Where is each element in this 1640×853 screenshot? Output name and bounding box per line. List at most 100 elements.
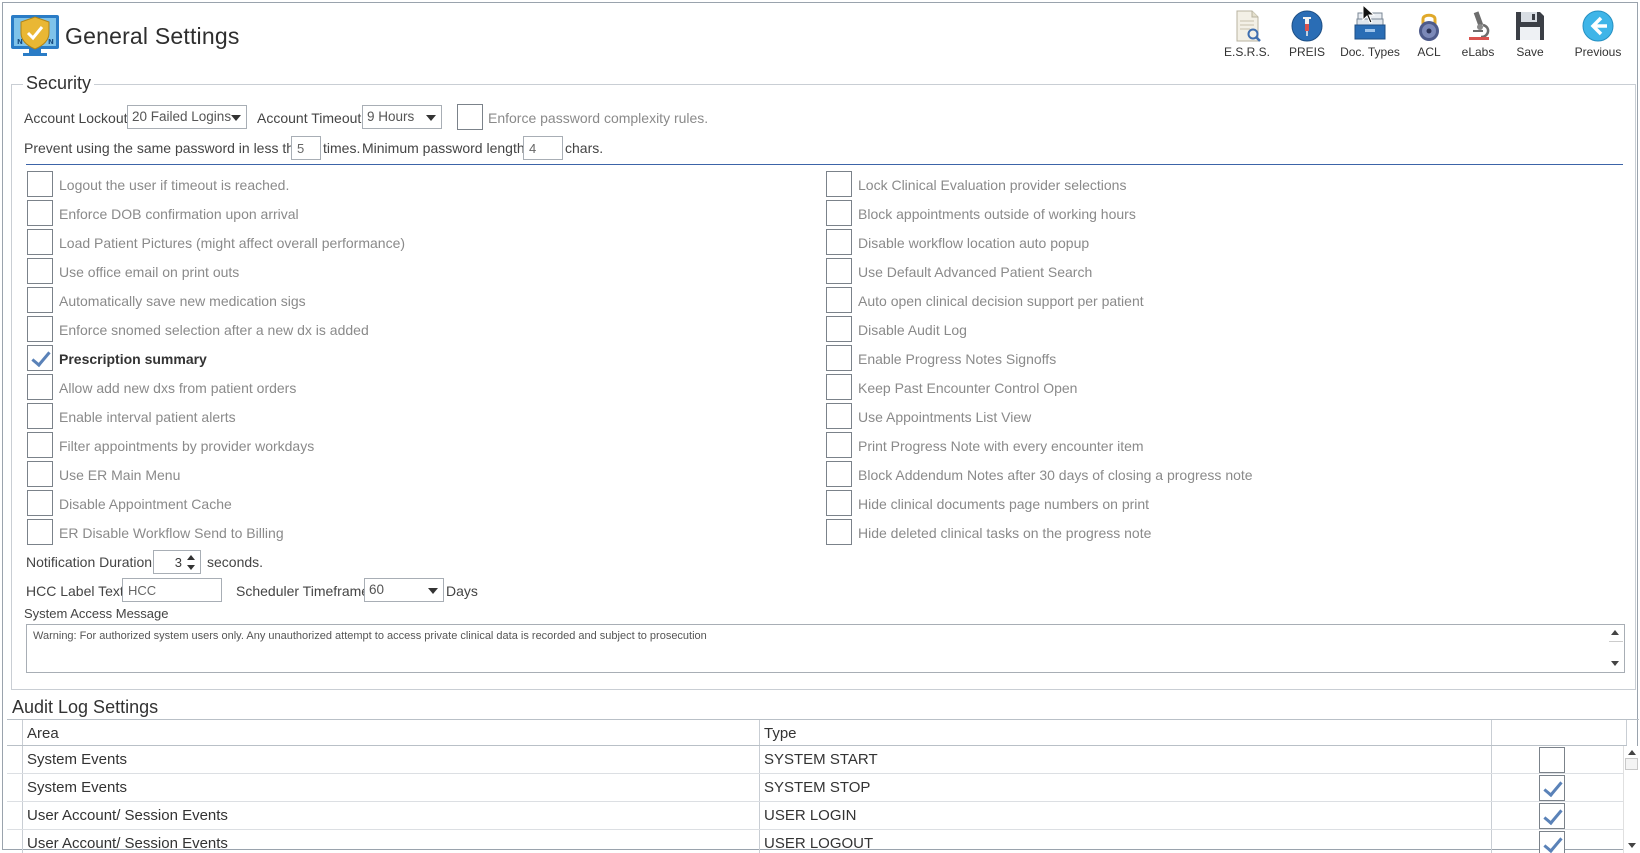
min-length-label: Minimum password length: <box>362 140 529 156</box>
spin-up-icon[interactable] <box>187 555 195 560</box>
padlock-icon <box>1419 13 1439 41</box>
scroll-up-icon[interactable] <box>1628 750 1636 755</box>
right-option-label: Hide deleted clinical tasks on the progr… <box>858 525 1152 541</box>
right-option-checkbox[interactable] <box>826 258 852 284</box>
right-option-checkbox[interactable] <box>826 287 852 313</box>
right-option-checkbox[interactable] <box>826 171 852 197</box>
table-row[interactable]: User Account/ Session Events USER LOGIN <box>7 802 1627 830</box>
scroll-down-icon[interactable] <box>1628 843 1636 848</box>
scroll-down-icon[interactable] <box>1611 661 1619 666</box>
left-option-label: Use ER Main Menu <box>59 467 181 483</box>
system-access-label: System Access Message <box>24 606 169 621</box>
row-indicator <box>7 830 23 853</box>
left-option-checkbox[interactable] <box>27 461 53 487</box>
enabled-cell <box>1492 774 1627 801</box>
right-option-checkbox[interactable] <box>826 490 852 516</box>
preis-button[interactable]: PREIS <box>1281 7 1333 65</box>
svg-text:N: N <box>17 38 23 46</box>
enabled-cell <box>1492 802 1627 829</box>
left-option-checkbox[interactable] <box>27 200 53 226</box>
right-option-checkbox[interactable] <box>826 403 852 429</box>
doc-types-label: Doc. Types <box>1340 45 1400 59</box>
right-option-checkbox[interactable] <box>826 374 852 400</box>
notification-duration-stepper[interactable]: 3 <box>153 550 201 574</box>
elabs-button[interactable]: eLabs <box>1453 7 1503 65</box>
right-option-checkbox[interactable] <box>826 461 852 487</box>
right-option-checkbox[interactable] <box>826 345 852 371</box>
column-header-area[interactable]: Area <box>23 720 760 745</box>
left-option-checkbox[interactable] <box>27 519 53 545</box>
save-button[interactable]: Save <box>1509 7 1551 65</box>
right-option-label: Block Addendum Notes after 30 days of cl… <box>858 467 1253 483</box>
scrollbar-track <box>1609 641 1623 642</box>
audit-enabled-checkbox[interactable] <box>1539 803 1565 829</box>
scroll-up-icon[interactable] <box>1611 630 1619 635</box>
enforce-complexity-checkbox[interactable] <box>457 104 483 130</box>
left-option-checkbox[interactable] <box>27 287 53 313</box>
area-cell: System Events <box>23 746 760 773</box>
right-option-label: Hide clinical documents page numbers on … <box>858 496 1150 512</box>
left-option-checkbox[interactable] <box>27 258 53 284</box>
right-option-checkbox[interactable] <box>826 316 852 342</box>
table-row[interactable]: System Events SYSTEM STOP <box>7 774 1627 802</box>
type-cell: SYSTEM STOP <box>760 774 1492 801</box>
save-label: Save <box>1516 45 1544 59</box>
left-option-label: Use office email on print outs <box>59 264 240 280</box>
scrollbar-thumb[interactable] <box>1625 758 1638 770</box>
right-option-label: Disable Audit Log <box>858 322 967 338</box>
acl-button[interactable]: ACL <box>1409 7 1449 65</box>
left-option-checkbox[interactable] <box>27 345 53 371</box>
hcc-label: HCC Label Text: <box>26 583 128 599</box>
column-header-type[interactable]: Type <box>760 720 1492 745</box>
area-cell: System Events <box>23 774 760 801</box>
column-header-enabled <box>1492 720 1627 745</box>
grid-vertical-scrollbar[interactable] <box>1623 746 1639 853</box>
syringe-icon <box>1291 10 1323 42</box>
account-lockout-value: 20 Failed Logins <box>132 109 232 124</box>
audit-log-title: Audit Log Settings <box>12 697 159 717</box>
left-option-label: Enable interval patient alerts <box>59 409 236 425</box>
days-label: Days <box>446 583 478 599</box>
audit-enabled-checkbox[interactable] <box>1539 747 1565 773</box>
right-option-label: Lock Clinical Evaluation provider select… <box>858 177 1127 193</box>
right-option-label: Block appointments outside of working ho… <box>858 206 1136 222</box>
left-option-checkbox[interactable] <box>27 171 53 197</box>
svg-text:N: N <box>48 38 54 46</box>
arrow-left-circle-icon <box>1582 10 1614 42</box>
previous-button[interactable]: Previous <box>1563 7 1633 65</box>
floppy-disk-icon <box>1516 12 1544 40</box>
account-timeout-label: Account Timeout <box>257 110 362 126</box>
left-option-checkbox[interactable] <box>27 403 53 429</box>
prevent-reuse-input[interactable]: 5 <box>291 136 321 160</box>
account-timeout-select[interactable]: 9 Hours <box>362 105 442 129</box>
enforce-complexity-label: Enforce password complexity rules. <box>488 110 709 126</box>
table-row[interactable]: User Account/ Session Events USER LOGOUT <box>7 830 1627 853</box>
type-cell: USER LOGOUT <box>760 830 1492 853</box>
spin-down-icon[interactable] <box>187 565 195 570</box>
table-row[interactable]: System Events SYSTEM START <box>7 746 1627 774</box>
scheduler-timeframe-select[interactable]: 60 <box>364 578 444 602</box>
right-option-label: Print Progress Note with every encounter… <box>858 438 1144 454</box>
hcc-input[interactable]: HCC <box>122 578 222 602</box>
account-lockout-select[interactable]: 20 Failed Logins <box>127 105 247 129</box>
esrs-button[interactable]: E.S.R.S. <box>1217 7 1277 65</box>
scheduler-timeframe-label: Scheduler Timeframe <box>236 583 370 599</box>
audit-enabled-checkbox[interactable] <box>1539 775 1565 801</box>
right-option-checkbox[interactable] <box>826 519 852 545</box>
enabled-cell <box>1492 746 1627 773</box>
left-option-checkbox[interactable] <box>27 432 53 458</box>
left-option-checkbox[interactable] <box>27 229 53 255</box>
app-logo-icon: N N <box>11 15 59 56</box>
prevent-reuse-label: Prevent using the same password in less … <box>24 140 310 156</box>
right-option-checkbox[interactable] <box>826 200 852 226</box>
left-option-checkbox[interactable] <box>27 374 53 400</box>
right-option-checkbox[interactable] <box>826 432 852 458</box>
min-length-input[interactable]: 4 <box>523 136 563 160</box>
enabled-cell <box>1492 830 1627 853</box>
right-option-checkbox[interactable] <box>826 229 852 255</box>
audit-enabled-checkbox[interactable] <box>1539 831 1565 853</box>
system-access-message-input[interactable]: Warning: For authorized system users onl… <box>26 624 1625 673</box>
left-option-checkbox[interactable] <box>27 316 53 342</box>
left-option-label: Enforce snomed selection after a new dx … <box>59 322 369 338</box>
left-option-checkbox[interactable] <box>27 490 53 516</box>
